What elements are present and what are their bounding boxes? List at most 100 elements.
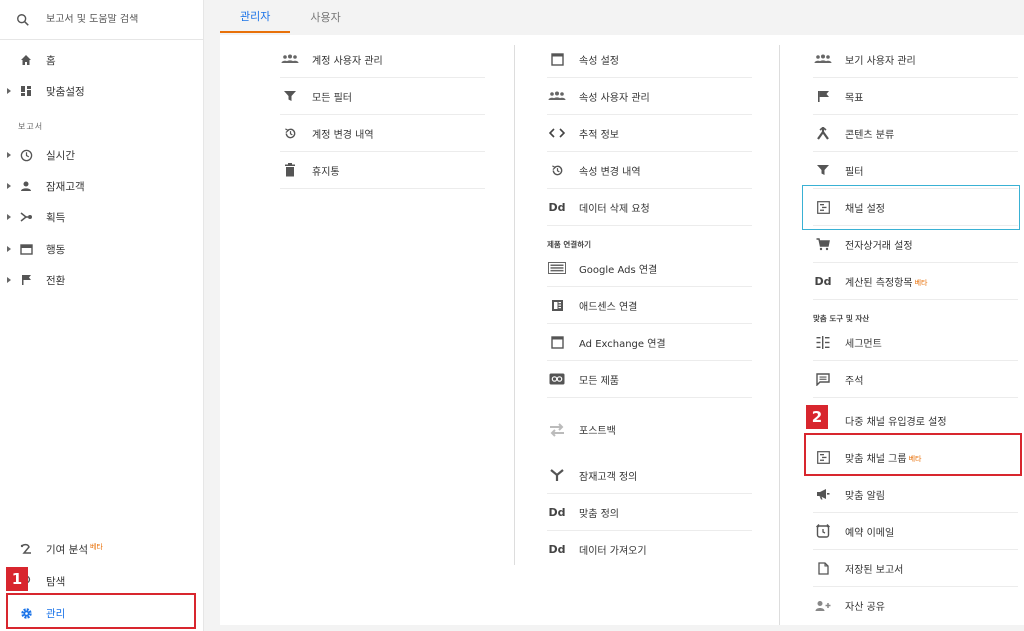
expand-caret-icon[interactable] xyxy=(7,183,11,189)
sidebar-item-label: 실시간 xyxy=(46,149,75,162)
reports-section-label: 보고서 xyxy=(18,122,44,131)
audience-definition-icon xyxy=(547,467,567,483)
tracking-info-item[interactable]: 추적 정보 xyxy=(547,115,752,152)
shopping-cart-icon xyxy=(813,236,833,252)
flag-icon xyxy=(18,272,34,288)
sidebar-item-attribution[interactable]: 기여 분석 베타 xyxy=(0,537,204,561)
expand-caret-icon[interactable] xyxy=(7,214,11,220)
home-icon xyxy=(18,52,34,68)
view-user-management-item[interactable]: 보기 사용자 관리 xyxy=(813,41,1018,78)
expand-caret-icon[interactable] xyxy=(7,246,11,252)
tab-admin[interactable]: 관리자 xyxy=(220,0,291,33)
account-change-history-item[interactable]: 계정 변경 내역 xyxy=(280,115,485,152)
adsense-icon xyxy=(547,297,567,313)
custom-tools-header: 맞춤 도구 및 자산 xyxy=(813,314,870,323)
sidebar-item-realtime[interactable]: 실시간 xyxy=(0,143,204,167)
google-ads-icon xyxy=(547,260,567,276)
google-ads-linking-label: Google Ads 연결 xyxy=(579,264,658,276)
property-settings-icon xyxy=(547,51,567,67)
beta-badge: 베타 xyxy=(89,542,103,551)
property-user-management-item[interactable]: 속성 사용자 관리 xyxy=(547,78,752,115)
sidebar-item-audience[interactable]: 잠재고객 xyxy=(0,174,204,198)
sidebar-item-label: 잠재고객 xyxy=(46,180,85,193)
content-grouping-item[interactable]: 콘텐츠 분류 xyxy=(813,115,1018,152)
search-input[interactable] xyxy=(46,14,186,25)
dd-icon: Dd xyxy=(548,543,566,556)
comment-icon xyxy=(813,371,833,387)
adsense-linking-item[interactable]: 애드센스 연결 xyxy=(547,287,752,324)
share-assets-item[interactable]: 자산 공유 xyxy=(813,587,1018,624)
column-divider xyxy=(779,45,780,625)
account-trash-item[interactable]: 휴지통 xyxy=(280,152,485,189)
beta-badge: 베타 xyxy=(914,278,928,287)
expand-caret-icon[interactable] xyxy=(7,152,11,158)
custom-alerts-item[interactable]: 맞춤 알림 xyxy=(813,476,1018,513)
dd-icon: Dd xyxy=(814,274,832,288)
account-user-management-label: 계정 사용자 관리 xyxy=(312,55,383,67)
admin-tabs: 관리자 사용자 xyxy=(220,0,361,33)
ecommerce-settings-label: 전자상거래 설정 xyxy=(845,240,913,252)
all-products-link-icon xyxy=(547,371,567,387)
all-products-label: 모든 제품 xyxy=(579,375,619,387)
sidebar-item-label: 행동 xyxy=(46,243,66,256)
sidebar-item-label: 탐색 xyxy=(46,575,66,588)
ad-exchange-linking-item[interactable]: Ad Exchange 연결 xyxy=(547,324,752,361)
annotations-item[interactable]: 주석 xyxy=(813,361,1018,398)
channel-settings-highlight xyxy=(802,185,1020,230)
property-user-management-label: 속성 사용자 관리 xyxy=(579,92,650,104)
product-linking-header: 제품 연결하기 xyxy=(547,240,592,249)
add-user-icon xyxy=(813,598,833,614)
account-trash-label: 휴지통 xyxy=(312,166,340,178)
segments-item[interactable]: 세그먼트 xyxy=(813,324,1018,361)
postback-item[interactable]: 포스트백 xyxy=(547,411,752,448)
goals-item[interactable]: 목표 xyxy=(813,78,1018,115)
postback-arrows-icon xyxy=(547,422,567,438)
scheduled-emails-item[interactable]: 예약 이메일 xyxy=(813,513,1018,550)
calculated-metrics-item[interactable]: Dd 계산된 측정항목 베타 xyxy=(813,263,1018,300)
property-change-history-item[interactable]: 속성 변경 내역 xyxy=(547,152,752,189)
account-all-filters-item[interactable]: 모든 필터 xyxy=(280,78,485,115)
all-products-item[interactable]: 모든 제품 xyxy=(547,361,752,398)
attribution-label: 기여 분석 xyxy=(46,543,88,556)
tab-user[interactable]: 사용자 xyxy=(290,0,360,33)
sidebar: 홈 맞춤설정 보고서 실시간 잠재고객 획득 행동 전환 기여 분석베타 탐색 xyxy=(0,0,204,631)
behavior-window-icon xyxy=(18,241,34,257)
sidebar-item-label: 전환 xyxy=(46,274,66,287)
data-import-label: 데이터 가져오기 xyxy=(579,546,647,557)
custom-definitions-item[interactable]: Dd 맞춤 정의 xyxy=(547,494,752,531)
code-brackets-icon xyxy=(547,125,567,141)
sidebar-item-acquisition[interactable]: 획득 xyxy=(0,205,204,229)
view-filters-item[interactable]: 필터 xyxy=(813,152,1018,189)
google-ads-linking-item[interactable]: Google Ads 연결 xyxy=(547,250,752,287)
content-grouping-icon xyxy=(813,125,833,141)
search-bar[interactable] xyxy=(0,0,203,40)
data-deletion-requests-item[interactable]: Dd 데이터 삭제 요청 xyxy=(547,189,752,226)
ecommerce-settings-item[interactable]: 전자상거래 설정 xyxy=(813,226,1018,263)
multichannel-funnels-settings-label: 다중 채널 유입경로 설정 xyxy=(845,417,947,428)
sidebar-item-discover[interactable]: 탐색 xyxy=(0,569,204,593)
alarm-clock-icon xyxy=(813,523,833,539)
sidebar-item-label: 기여 분석 베타 xyxy=(46,542,103,557)
audience-definitions-item[interactable]: 잠재고객 정의 xyxy=(547,457,752,494)
sidebar-item-home[interactable]: 홈 xyxy=(0,48,204,72)
saved-reports-item[interactable]: 저장된 보고서 xyxy=(813,550,1018,587)
callout-box-custom-channel-grouping xyxy=(804,433,1022,476)
segments-label: 세그먼트 xyxy=(845,338,882,350)
sidebar-item-conversions[interactable]: 전환 xyxy=(0,268,204,292)
callout-number-1: 1 xyxy=(6,567,28,591)
sidebar-item-customization[interactable]: 맞춤설정 xyxy=(0,79,204,103)
property-settings-item[interactable]: 속성 설정 xyxy=(547,41,752,78)
goals-label: 목표 xyxy=(845,92,864,104)
data-import-item[interactable]: Dd 데이터 가져오기 xyxy=(547,531,752,568)
saved-reports-label: 저장된 보고서 xyxy=(845,564,904,576)
calculated-metrics-label: 계산된 측정항목 베타 xyxy=(845,274,927,289)
sidebar-item-behavior[interactable]: 행동 xyxy=(0,237,204,261)
audience-definitions-label: 잠재고객 정의 xyxy=(579,471,638,483)
calculated-metrics-text: 계산된 측정항목 xyxy=(845,277,913,289)
expand-caret-icon[interactable] xyxy=(7,277,11,283)
search-icon xyxy=(17,13,29,26)
expand-caret-icon[interactable] xyxy=(7,88,11,94)
document-icon xyxy=(813,560,833,576)
account-user-management-item[interactable]: 계정 사용자 관리 xyxy=(280,41,485,78)
filter-icon xyxy=(280,88,300,104)
